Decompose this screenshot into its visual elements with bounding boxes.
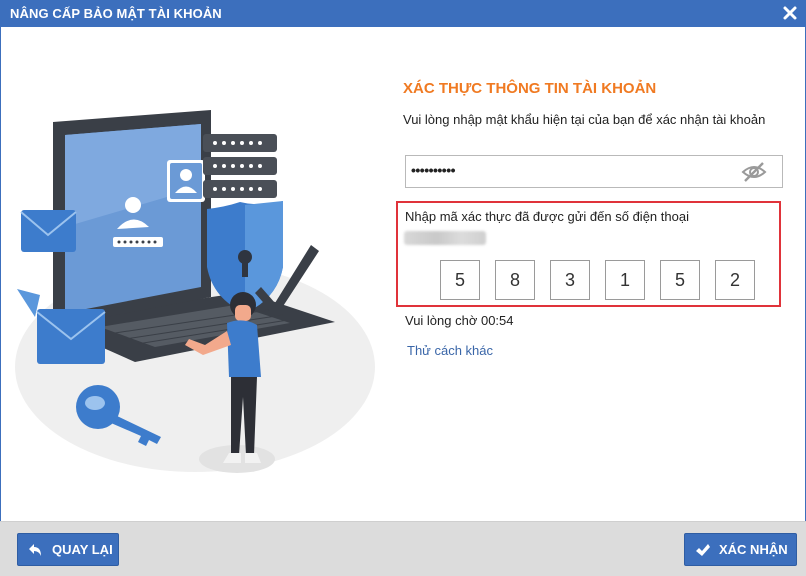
dialog-footer: QUAY LẠI XÁC NHẬN [0,521,806,576]
checkmark-icon [696,543,710,556]
window-title: NÂNG CẤP BẢO MẬT TÀI KHOẢN [10,6,222,21]
security-illustration [15,110,375,473]
password-instruction: Vui lòng nhập mật khẩu hiện tại của bạn … [403,112,766,127]
confirm-button[interactable]: XÁC NHẬN [684,533,797,566]
otp-panel: Nhập mã xác thực đã được gửi đến số điện… [396,201,781,307]
otp-instruction: Nhập mã xác thực đã được gửi đến số điện… [405,209,689,224]
otp-digit-input[interactable]: 2 [715,260,755,300]
back-button[interactable]: QUAY LẠI [17,533,119,566]
password-value: •••••••••• [411,162,456,178]
otp-digit-input[interactable]: 5 [660,260,700,300]
dialog-body: XÁC THỰC THÔNG TIN TÀI KHOẢN Vui lòng nh… [0,27,806,521]
close-icon[interactable] [781,4,799,22]
back-button-label: QUAY LẠI [52,542,113,557]
confirm-button-label: XÁC NHẬN [719,542,788,557]
title-bar: NÂNG CẤP BẢO MẬT TÀI KHOẢN [0,0,806,27]
section-title: XÁC THỰC THÔNG TIN TÀI KHOẢN [403,80,657,97]
otp-digit-input[interactable]: 1 [605,260,645,300]
current-password-input[interactable]: •••••••••• [405,155,783,188]
masked-phone-number [404,231,486,245]
eye-slash-icon[interactable] [740,160,768,184]
otp-digit-input[interactable]: 5 [440,260,480,300]
undo-arrow-icon [29,543,41,556]
try-another-way-link[interactable]: Thử cách khác [407,343,493,358]
otp-digit-input[interactable]: 3 [550,260,590,300]
resend-countdown: Vui lòng chờ 00:54 [405,313,514,328]
otp-digit-input[interactable]: 8 [495,260,535,300]
